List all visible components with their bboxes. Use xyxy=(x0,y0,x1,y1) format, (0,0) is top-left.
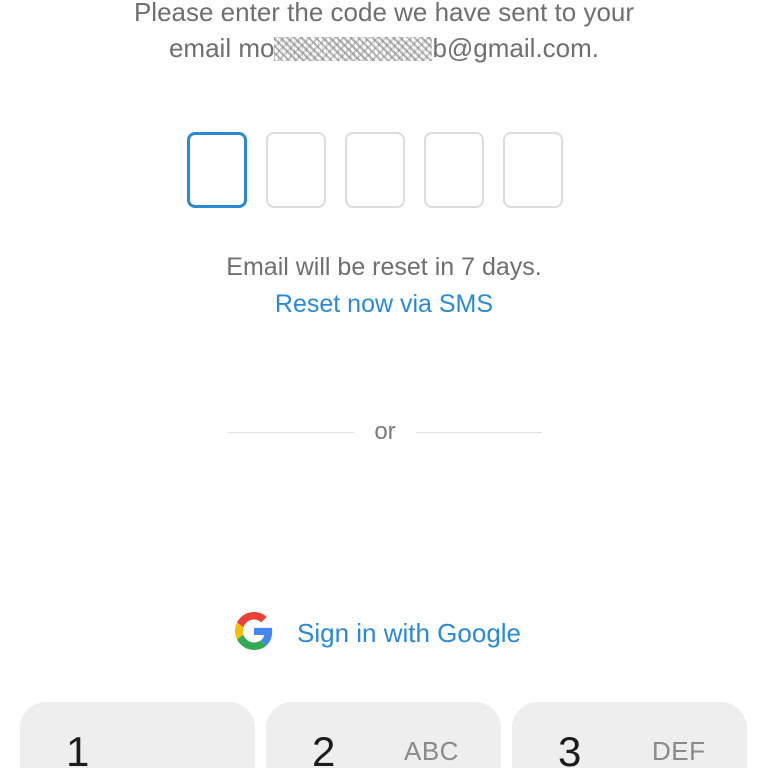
instructions-text: Please enter the code we have sent to yo… xyxy=(0,0,768,66)
divider-label: or xyxy=(374,418,396,445)
keypad-key-1[interactable]: 1 xyxy=(20,702,255,768)
google-signin-label: Sign in with Google xyxy=(297,617,522,648)
key-digit: 1 xyxy=(66,728,90,768)
numeric-keypad: 1 2 ABC 3 DEF xyxy=(20,702,747,768)
code-digit-1[interactable] xyxy=(187,132,247,208)
reset-message: Email will be reset in 7 days. xyxy=(226,253,542,281)
key-digit: 3 xyxy=(558,728,582,768)
sign-in-with-google-button[interactable]: Sign in with Google xyxy=(235,611,522,655)
email-prefix: email mo xyxy=(168,33,275,63)
or-divider: or xyxy=(228,415,542,449)
code-digit-3[interactable] xyxy=(345,132,405,208)
divider-line-right xyxy=(416,431,542,433)
reset-via-sms-link[interactable]: Reset now via SMS xyxy=(0,287,768,321)
code-input-group xyxy=(187,132,563,208)
redacted-email-segment xyxy=(274,37,433,61)
divider-line-left xyxy=(228,431,354,433)
instructions-line-2: email mo b@gmail.com. xyxy=(0,30,768,66)
key-letters: ABC xyxy=(404,736,459,766)
key-letters: DEF xyxy=(652,736,706,766)
verification-screen: Please enter the code we have sent to yo… xyxy=(0,0,768,768)
keypad-key-3[interactable]: 3 DEF xyxy=(512,702,747,768)
code-digit-2[interactable] xyxy=(266,132,326,208)
code-digit-4[interactable] xyxy=(424,132,484,208)
key-digit: 2 xyxy=(312,728,336,768)
instructions-line-1: Please enter the code we have sent to yo… xyxy=(133,0,635,27)
code-digit-5[interactable] xyxy=(503,132,563,208)
keypad-key-2[interactable]: 2 ABC xyxy=(266,702,501,768)
email-suffix: b@gmail.com. xyxy=(432,33,600,63)
google-g-icon xyxy=(235,611,273,655)
